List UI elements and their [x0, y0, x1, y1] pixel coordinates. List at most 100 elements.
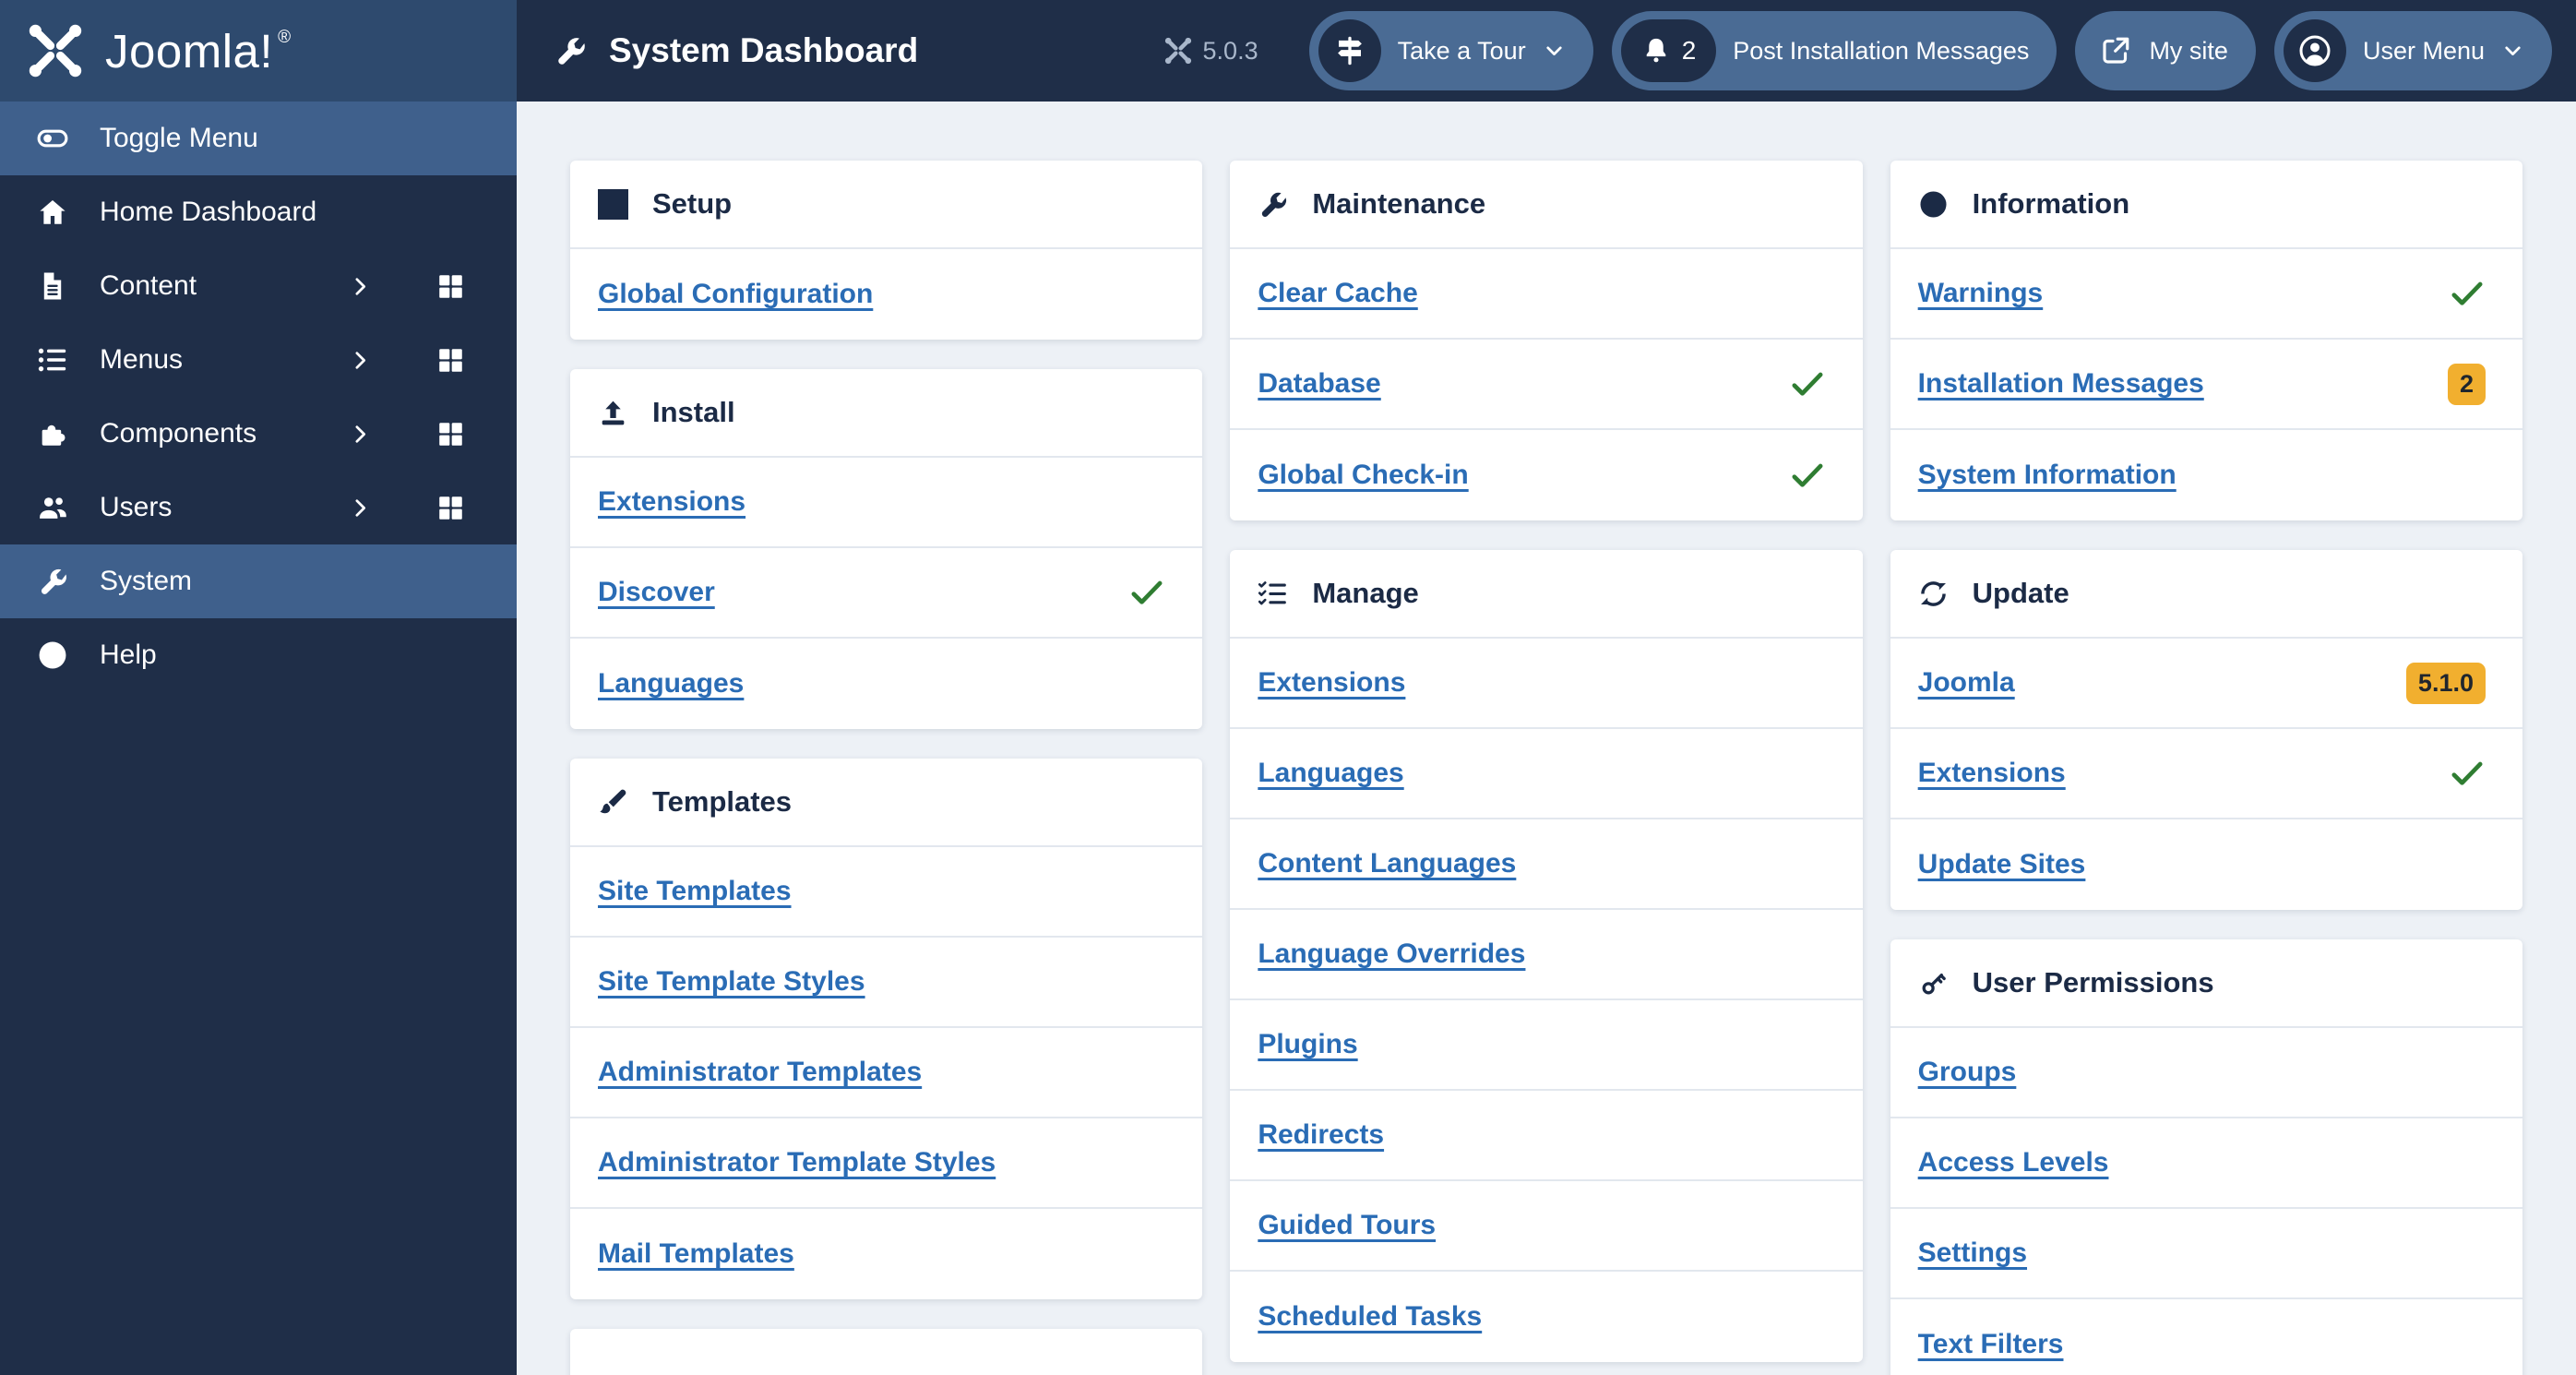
sidebar-item-label: Menus [100, 344, 184, 375]
joomla-mini-icon [1164, 37, 1192, 65]
chevron-down-icon [2501, 40, 2524, 63]
notification-bubble: 2 [1620, 19, 1717, 82]
sidebar-dashboard-shortcut[interactable] [436, 272, 465, 301]
status-check [1789, 457, 1826, 494]
gear-icon [598, 189, 628, 220]
list-icon [37, 344, 68, 376]
upload-icon [598, 398, 628, 428]
sidebar-item-users[interactable]: Users [0, 471, 517, 544]
mail-templates-link[interactable]: Mail Templates [598, 1238, 794, 1270]
joomla-logo[interactable]: Joomla! ® [0, 0, 517, 102]
sidebar-item-menus[interactable]: Menus [0, 323, 517, 397]
card-row: Languages [570, 639, 1202, 729]
notification-count: 2 [1681, 36, 1697, 65]
card-title: Templates [652, 785, 793, 818]
card-row: Extensions [1890, 729, 2522, 819]
languages-link[interactable]: Languages [598, 668, 744, 699]
groups-link[interactable]: Groups [1918, 1057, 2017, 1088]
card-row: Clear Cache [1230, 249, 1863, 340]
header-button-my-site[interactable]: My site [2075, 11, 2256, 90]
language-overrides-link[interactable]: Language Overrides [1258, 939, 1525, 970]
site-templates-link[interactable]: Site Templates [598, 876, 792, 907]
card-row: Administrator Templates [570, 1028, 1203, 1118]
sidebar-item-components[interactable]: Components [0, 397, 517, 471]
extensions-link[interactable]: Extensions [1918, 758, 2066, 789]
header-button-take-a-tour[interactable]: Take a Tour [1308, 11, 1593, 90]
home-icon [37, 197, 68, 228]
scheduled-tasks-link[interactable]: Scheduled Tasks [1258, 1301, 1482, 1333]
discover-link[interactable]: Discover [598, 577, 715, 608]
toggle-icon [37, 123, 68, 154]
card-row: Content Languages [1230, 819, 1863, 910]
site-template-styles-link[interactable]: Site Template Styles [598, 966, 865, 998]
sidebar-item-label: Home Dashboard [100, 197, 317, 227]
card-row: Discover [570, 548, 1203, 639]
warnings-link[interactable]: Warnings [1918, 278, 2044, 309]
check-icon [1789, 365, 1826, 402]
sidebar-item-content[interactable]: Content [0, 249, 517, 323]
card-row: Guided Tours [1230, 1181, 1863, 1272]
header-button-label: Take a Tour [1397, 36, 1526, 65]
external-link-icon [2099, 34, 2132, 67]
grid-icon [436, 420, 465, 448]
chevron-right-icon [349, 275, 372, 298]
guided-tours-link[interactable]: Guided Tours [1258, 1210, 1436, 1241]
sidebar-item-toggle-menu[interactable]: Toggle Menu [0, 102, 517, 175]
system-information-link[interactable]: System Information [1918, 460, 2176, 491]
global-configuration-link[interactable]: Global Configuration [598, 279, 873, 310]
header-button-label: User Menu [2362, 36, 2485, 65]
card-header: Information [1890, 161, 2522, 249]
header-button-label: Post Installation Messages [1733, 36, 2030, 65]
card-row: System Information [1890, 430, 2522, 520]
database-link[interactable]: Database [1258, 368, 1380, 400]
redirects-link[interactable]: Redirects [1258, 1119, 1384, 1151]
card-row: Redirects [1230, 1091, 1863, 1181]
joomla-link[interactable]: Joomla [1918, 667, 2015, 699]
sidebar-item-label: Users [100, 492, 173, 522]
text-filters-link[interactable]: Text Filters [1918, 1329, 2064, 1360]
sidebar-item-system[interactable]: System [0, 544, 517, 618]
version-label: 5.0.3 [1202, 36, 1258, 65]
card-row: Warnings [1890, 249, 2522, 340]
card-title: Setup [652, 187, 733, 220]
update-sites-link[interactable]: Update Sites [1918, 849, 2086, 880]
sync-icon [1918, 579, 1949, 609]
extensions-link[interactable]: Extensions [598, 486, 745, 518]
plugins-link[interactable]: Plugins [1258, 1029, 1357, 1060]
card-header: Templates [570, 759, 1203, 847]
access-levels-link[interactable]: Access Levels [1918, 1147, 2109, 1178]
header-button-user-menu[interactable]: User Menu [2273, 11, 2552, 90]
sidebar-item-home-dashboard[interactable]: Home Dashboard [0, 175, 517, 249]
card-row: Plugins [1230, 1000, 1863, 1091]
sidebar-item-label: Components [100, 418, 257, 448]
clear-cache-link[interactable]: Clear Cache [1258, 278, 1417, 309]
header-button-post-installation-messages[interactable]: 2 Post Installation Messages [1611, 11, 2057, 90]
installation-messages-link[interactable]: Installation Messages [1918, 368, 2204, 400]
sidebar-dashboard-shortcut[interactable] [436, 346, 465, 375]
global-check-in-link[interactable]: Global Check-in [1258, 460, 1468, 491]
wrench-icon [37, 566, 68, 597]
sidebar-menu: Toggle Menu Home Dashboard Content Menus Com… [0, 102, 517, 692]
status-check [2449, 275, 2486, 312]
extensions-link[interactable]: Extensions [1258, 667, 1405, 699]
header-bar: System Dashboard 5.0.3 Take a Tour 2 Post … [517, 0, 2576, 102]
page-title-group: System Dashboard [554, 31, 918, 70]
sidebar-item-label: Toggle Menu [100, 123, 258, 153]
header-actions: Take a Tour 2 Post Installation Messages My… [1308, 11, 2552, 90]
page-title: System Dashboard [609, 31, 919, 69]
card-install: Install Extensions Discover Languages [570, 369, 1203, 729]
card-partial [570, 1329, 1203, 1375]
chevron-right-icon [349, 349, 372, 372]
status-badge: 2 [2447, 363, 2486, 405]
settings-link[interactable]: Settings [1918, 1238, 2027, 1269]
card-title: Install [652, 396, 735, 428]
app-header: Joomla! ® System Dashboard 5.0.3 Take a … [0, 0, 2576, 102]
languages-link[interactable]: Languages [1258, 758, 1403, 789]
sidebar-item-help[interactable]: Help [0, 618, 517, 692]
sidebar-dashboard-shortcut[interactable] [436, 420, 465, 448]
sidebar-dashboard-shortcut[interactable] [436, 494, 465, 522]
administrator-templates-link[interactable]: Administrator Templates [598, 1057, 922, 1088]
administrator-template-styles-link[interactable]: Administrator Template Styles [598, 1147, 996, 1178]
content-languages-link[interactable]: Content Languages [1258, 848, 1516, 879]
puzzle-icon [37, 418, 68, 449]
